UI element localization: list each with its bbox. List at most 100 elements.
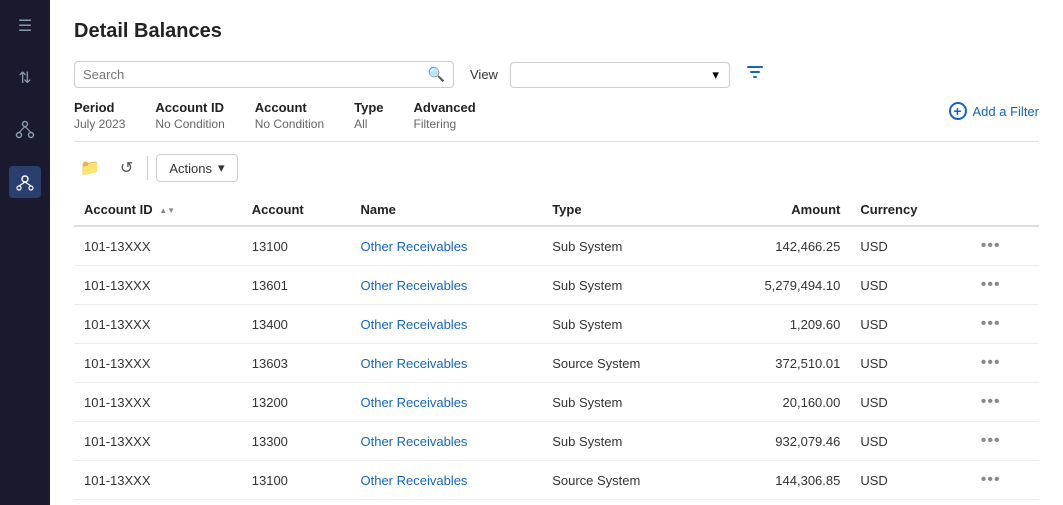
row-menu-button[interactable]: ••• <box>977 274 1005 296</box>
folder-button[interactable]: 📁 <box>74 154 106 182</box>
col-header-account-id[interactable]: Account ID ▲▼ <box>74 194 242 226</box>
view-dropdown[interactable]: ▾ <box>510 62 730 88</box>
cell-ellipsis: ••• <box>967 383 1039 422</box>
name-link[interactable]: Other Receivables <box>360 473 467 488</box>
row-menu-button[interactable]: ••• <box>977 235 1005 257</box>
cell-currency: USD <box>850 383 966 422</box>
cell-type: Sub System <box>542 422 705 461</box>
name-link[interactable]: Other Receivables <box>360 239 467 254</box>
cell-name: Other Receivables <box>350 461 542 500</box>
row-menu-button[interactable]: ••• <box>977 430 1005 452</box>
cell-type: Sub System <box>542 266 705 305</box>
search-box: 🔍 <box>74 61 454 88</box>
cell-account-id: 101-13XXX <box>74 383 242 422</box>
cell-ellipsis: ••• <box>967 500 1039 505</box>
cell-currency: USD <box>850 422 966 461</box>
cell-name: Other Receivables <box>350 344 542 383</box>
filter-period-value: July 2023 <box>74 117 125 131</box>
filter-button[interactable] <box>742 61 768 88</box>
cell-name: Other Receivables <box>350 383 542 422</box>
cell-account: 13200 <box>242 383 351 422</box>
data-table: Account ID ▲▼ Account Name Type Amount C… <box>74 194 1039 505</box>
cell-type: Sub System <box>542 226 705 266</box>
cell-currency: USD <box>850 266 966 305</box>
cell-name: Other Receivables <box>350 226 542 266</box>
cell-ellipsis: ••• <box>967 226 1039 266</box>
name-link[interactable]: Other Receivables <box>360 317 467 332</box>
sidebar-icon-list[interactable]: ☰ <box>9 10 41 42</box>
cell-account-id: 101-13XXX <box>74 344 242 383</box>
cell-type: Sub System <box>542 305 705 344</box>
cell-account: 13400 <box>242 305 351 344</box>
col-header-name: Name <box>350 194 542 226</box>
add-filter-icon: + <box>949 102 967 120</box>
name-link[interactable]: Other Receivables <box>360 356 467 371</box>
toolbar: 📁 ↺ Actions ▾ <box>74 154 1039 182</box>
row-menu-button[interactable]: ••• <box>977 391 1005 413</box>
table-row: 101-13XXX 13200 Other Receivables Sub Sy… <box>74 383 1039 422</box>
cell-account-id: 101-13XXX <box>74 461 242 500</box>
cell-type: Sub System <box>542 383 705 422</box>
filter-type-value: All <box>354 117 383 131</box>
table-row: 101-13XXX 13603 Other Receivables Source… <box>74 344 1039 383</box>
cell-type: Source System <box>542 344 705 383</box>
filter-type-label: Type <box>354 100 383 115</box>
cell-currency: USD <box>850 226 966 266</box>
table-row: 101-13XXX 13300 Other Receivables Sub Sy… <box>74 422 1039 461</box>
search-input[interactable] <box>83 67 428 82</box>
table-row: 101-13XXX 13601 Other Receivables Sub Sy… <box>74 266 1039 305</box>
cell-currency: USD <box>850 305 966 344</box>
cell-account-id: 101-13XXX <box>74 422 242 461</box>
cell-amount: 142,466.25 <box>706 226 851 266</box>
name-link[interactable]: Other Receivables <box>360 278 467 293</box>
cell-name: Other Receivables <box>350 500 542 505</box>
name-link[interactable]: Other Receivables <box>360 434 467 449</box>
filter-account-value: No Condition <box>255 117 324 131</box>
sidebar-icon-network[interactable] <box>9 114 41 146</box>
cell-account-id: 101-13XXX <box>74 266 242 305</box>
add-filter-label: Add a Filter <box>973 104 1039 119</box>
add-filter-button[interactable]: + Add a Filter <box>949 100 1039 122</box>
cell-ellipsis: ••• <box>967 305 1039 344</box>
cell-account: 13603 <box>242 344 351 383</box>
filter-account[interactable]: Account No Condition <box>255 100 324 131</box>
row-menu-button[interactable]: ••• <box>977 313 1005 335</box>
cell-amount: 20,160.00 <box>706 383 851 422</box>
sort-icons-account-id[interactable]: ▲▼ <box>159 207 175 215</box>
row-menu-button[interactable]: ••• <box>977 469 1005 491</box>
filter-advanced[interactable]: Advanced Filtering <box>414 100 476 131</box>
filter-account-id[interactable]: Account ID No Condition <box>155 100 224 131</box>
refresh-button[interactable]: ↺ <box>114 154 139 182</box>
view-label: View <box>470 67 498 82</box>
filter-row: Period July 2023 Account ID No Condition… <box>74 100 1039 142</box>
sidebar: ☰ ⇅ <box>0 0 50 505</box>
cell-account: 13100 <box>242 226 351 266</box>
cell-name: Other Receivables <box>350 266 542 305</box>
actions-button[interactable]: Actions ▾ <box>156 154 237 182</box>
cell-ellipsis: ••• <box>967 266 1039 305</box>
row-menu-button[interactable]: ••• <box>977 352 1005 374</box>
cell-amount: 932,079.46 <box>706 422 851 461</box>
table-row: 101-13XXX 13602 Other Receivables Source… <box>74 500 1039 505</box>
actions-label: Actions <box>169 161 212 176</box>
sidebar-icon-dashboard[interactable]: ⇅ <box>9 62 41 94</box>
sidebar-icon-users[interactable] <box>9 166 41 198</box>
cell-account-id: 101-13XXX <box>74 226 242 266</box>
cell-currency: USD <box>850 461 966 500</box>
cell-amount: 372,510.01 <box>706 344 851 383</box>
table-row: 101-13XXX 13100 Other Receivables Source… <box>74 461 1039 500</box>
cell-account-id: 101-13XXX <box>74 500 242 505</box>
cell-amount: 1,209.60 <box>706 305 851 344</box>
filter-period-label: Period <box>74 100 125 115</box>
cell-amount: 5,279,494.10 <box>706 266 851 305</box>
name-link[interactable]: Other Receivables <box>360 395 467 410</box>
main-content: Detail Balances 🔍 View ▾ Period July 202… <box>50 0 1063 505</box>
filter-type[interactable]: Type All <box>354 100 383 131</box>
cell-account-id: 101-13XXX <box>74 305 242 344</box>
cell-currency: USD <box>850 344 966 383</box>
cell-account: 13300 <box>242 422 351 461</box>
chevron-down-icon: ▾ <box>712 67 719 83</box>
search-icon: 🔍 <box>428 66 445 83</box>
col-header-amount: Amount <box>706 194 851 226</box>
filter-period[interactable]: Period July 2023 <box>74 100 125 131</box>
